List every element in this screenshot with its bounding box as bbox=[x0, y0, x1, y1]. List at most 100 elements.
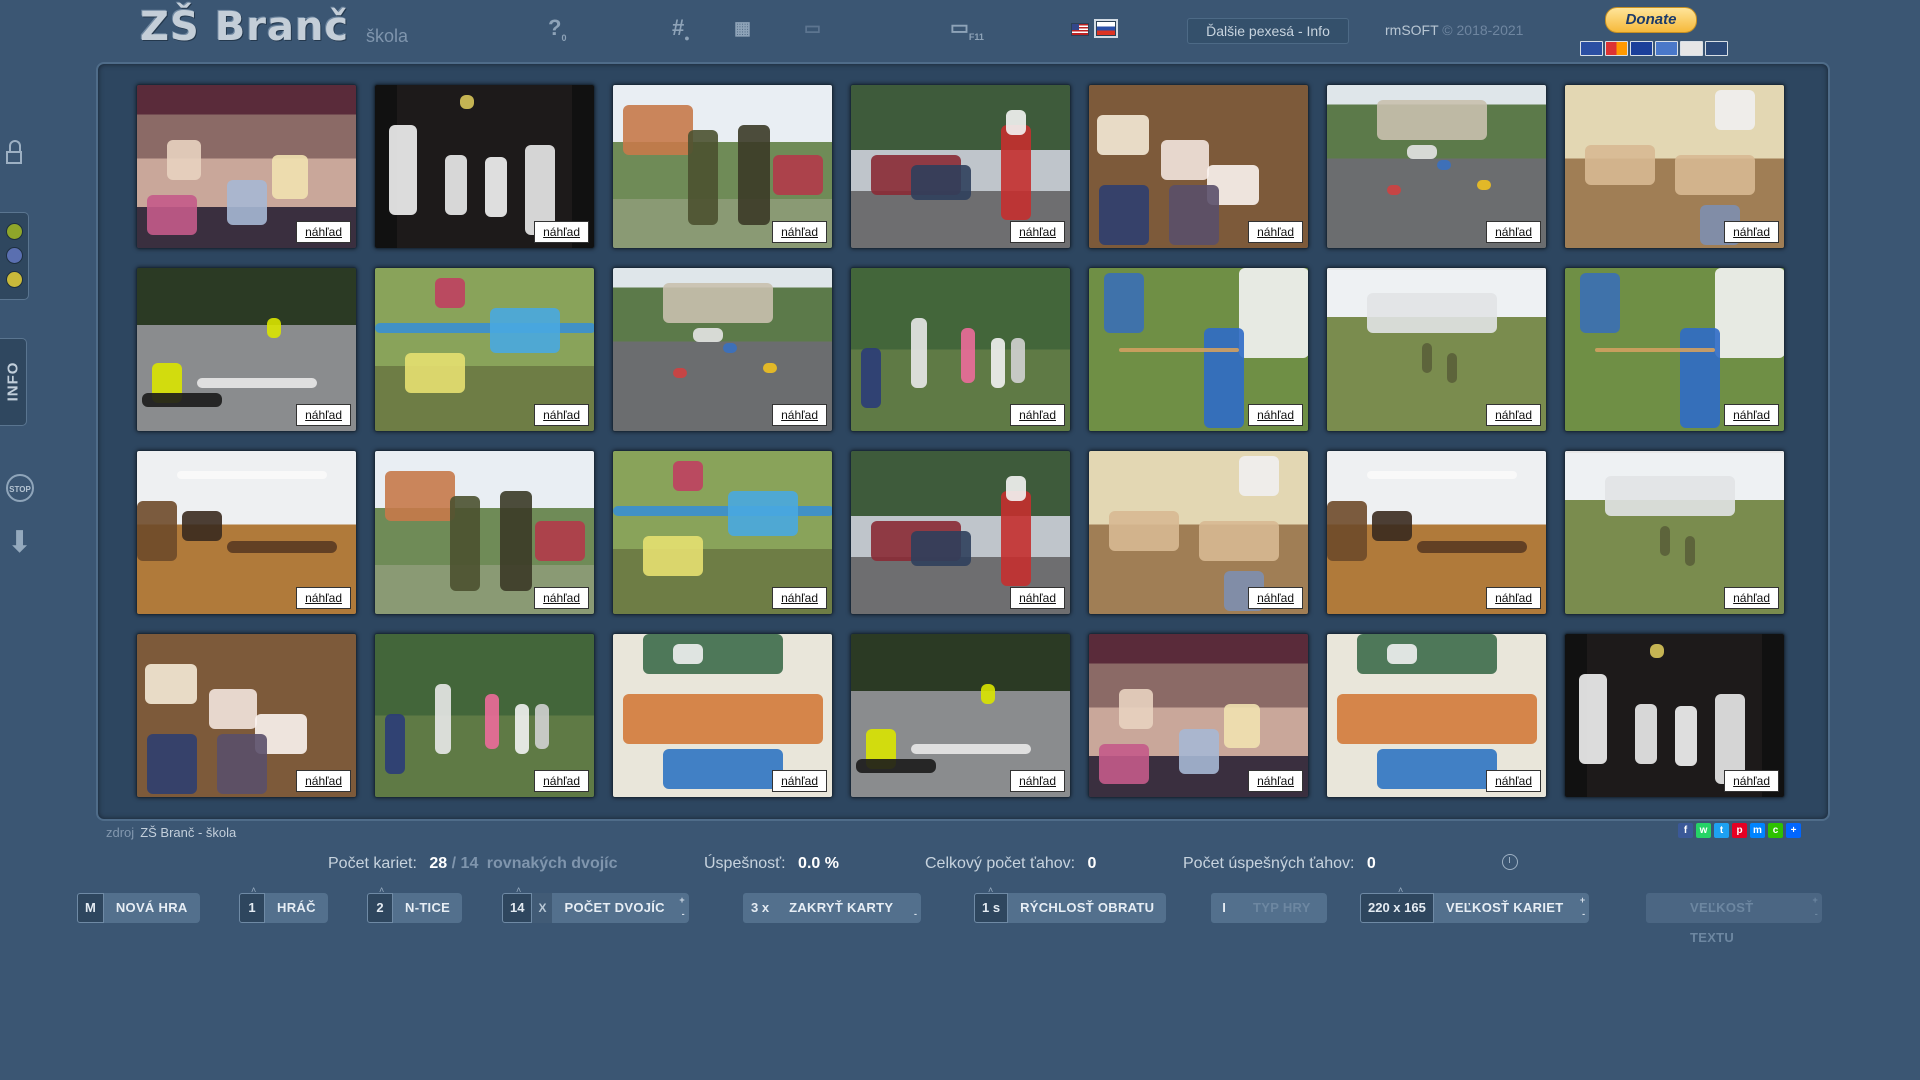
lock-icon[interactable] bbox=[6, 140, 22, 166]
preview-link[interactable]: náhľad bbox=[1010, 770, 1065, 792]
memory-card[interactable]: náhľad bbox=[374, 633, 595, 798]
memory-card[interactable]: náhľad bbox=[1088, 633, 1309, 798]
flag-english-icon[interactable] bbox=[1071, 23, 1089, 36]
cover-value[interactable]: 3 x bbox=[743, 893, 778, 923]
card-size-value[interactable]: 220 x 165 bbox=[1360, 893, 1434, 923]
memory-card[interactable]: náhľad bbox=[612, 450, 833, 615]
preview-link[interactable]: náhľad bbox=[1724, 221, 1779, 243]
ntice-value[interactable]: 2 bbox=[367, 893, 393, 923]
ntice-control[interactable]: ˄ 2 N-TICE bbox=[367, 885, 463, 925]
card-size-control[interactable]: ˄ 220 x 165 VEĽKOSŤ KARIET + - bbox=[1360, 885, 1590, 925]
decrease-icon[interactable]: - bbox=[914, 910, 917, 919]
cover-button[interactable]: ZAKRYŤ KARTY - bbox=[777, 893, 922, 923]
preview-link[interactable]: náhľad bbox=[296, 770, 351, 792]
memory-card[interactable]: náhľad bbox=[136, 450, 357, 615]
stop-icon[interactable]: STOP bbox=[6, 474, 34, 502]
app-logo[interactable]: ZŠ Branč bbox=[140, 4, 349, 50]
player-value[interactable]: 1 bbox=[239, 893, 265, 923]
new-game-button[interactable]: NOVÁ HRA bbox=[103, 893, 200, 923]
preview-link[interactable]: náhľad bbox=[1248, 404, 1303, 426]
pairs-control[interactable]: ˄ 14 X POČET DVOJÍC + - bbox=[502, 885, 689, 925]
memory-card[interactable]: náhľad bbox=[1088, 84, 1309, 249]
preview-link[interactable]: náhľad bbox=[534, 404, 589, 426]
memory-card[interactable]: náhľad bbox=[374, 267, 595, 432]
preview-link[interactable]: náhľad bbox=[534, 770, 589, 792]
preview-link[interactable]: náhľad bbox=[772, 221, 827, 243]
preview-link[interactable]: náhľad bbox=[1248, 770, 1303, 792]
preview-link[interactable]: náhľad bbox=[1486, 587, 1541, 609]
speed-control[interactable]: ˄ 1 s RÝCHLOSŤ OBRATU bbox=[974, 885, 1167, 925]
preview-link[interactable]: náhľad bbox=[296, 221, 351, 243]
ntice-button[interactable]: N-TICE bbox=[393, 893, 463, 923]
increase-icon[interactable]: + bbox=[679, 896, 685, 905]
memory-card[interactable]: náhľad bbox=[1564, 84, 1785, 249]
memory-card[interactable]: náhľad bbox=[1326, 267, 1547, 432]
preview-link[interactable]: náhľad bbox=[1010, 221, 1065, 243]
whatsapp-icon[interactable]: w bbox=[1696, 823, 1711, 838]
memory-card[interactable]: náhľad bbox=[1564, 267, 1785, 432]
source-value[interactable]: ZŠ Branč - škola bbox=[140, 825, 236, 840]
player-button[interactable]: HRÁČ bbox=[265, 893, 328, 923]
memory-card[interactable]: náhľad bbox=[1088, 450, 1309, 615]
memory-card[interactable]: náhľad bbox=[850, 450, 1071, 615]
preview-link[interactable]: náhľad bbox=[1724, 587, 1779, 609]
pairs-count-button[interactable]: POČET DVOJÍC + - bbox=[552, 893, 689, 923]
info-tab[interactable]: INFO bbox=[0, 338, 27, 426]
twitter-icon[interactable]: t bbox=[1714, 823, 1729, 838]
preview-link[interactable]: náhľad bbox=[1248, 587, 1303, 609]
preview-link[interactable]: náhľad bbox=[1486, 221, 1541, 243]
decrease-icon[interactable]: - bbox=[682, 910, 685, 919]
fullscreen-icon[interactable]: ▭F11 bbox=[950, 16, 984, 43]
memory-card[interactable]: náhľad bbox=[1326, 633, 1547, 798]
facebook-icon[interactable]: f bbox=[1678, 823, 1693, 838]
preview-link[interactable]: náhľad bbox=[296, 404, 351, 426]
memory-card[interactable]: náhľad bbox=[374, 84, 595, 249]
preview-link[interactable]: náhľad bbox=[1010, 587, 1065, 609]
pairs-multiply-label[interactable]: X bbox=[532, 893, 553, 923]
preview-link[interactable]: náhľad bbox=[1486, 770, 1541, 792]
preview-link[interactable]: náhľad bbox=[1248, 221, 1303, 243]
preview-link[interactable]: náhľad bbox=[772, 404, 827, 426]
flag-slovak-icon[interactable] bbox=[1094, 19, 1118, 38]
preview-link[interactable]: náhľad bbox=[772, 587, 827, 609]
memory-card[interactable]: náhľad bbox=[1326, 84, 1547, 249]
player-control[interactable]: ˄ 1 HRÁČ bbox=[239, 885, 328, 925]
speed-value[interactable]: 1 s bbox=[974, 893, 1009, 923]
memory-card[interactable]: náhľad bbox=[1564, 633, 1785, 798]
decrease-icon[interactable]: - bbox=[1582, 910, 1585, 919]
help-icon[interactable]: ?0 bbox=[548, 16, 566, 44]
memory-card[interactable]: náhľad bbox=[136, 84, 357, 249]
memory-card[interactable]: náhľad bbox=[612, 84, 833, 249]
speed-button[interactable]: RÝCHLOSŤ OBRATU bbox=[1008, 893, 1167, 923]
pairs-count-value[interactable]: 14 bbox=[502, 893, 533, 923]
memory-card[interactable]: náhľad bbox=[374, 450, 595, 615]
memory-card[interactable]: náhľad bbox=[850, 84, 1071, 249]
preview-link[interactable]: náhľad bbox=[1724, 404, 1779, 426]
preview-link[interactable]: náhľad bbox=[296, 587, 351, 609]
more-games-info-button[interactable]: Ďalšie pexesá - Info bbox=[1187, 18, 1349, 44]
increase-icon[interactable]: + bbox=[1580, 896, 1586, 905]
memory-card[interactable]: náhľad bbox=[1088, 267, 1309, 432]
share-more-icon[interactable]: + bbox=[1786, 823, 1801, 838]
pattern-icon[interactable]: ▦ bbox=[734, 16, 751, 40]
pinterest-icon[interactable]: p bbox=[1732, 823, 1747, 838]
memory-card[interactable]: náhľad bbox=[850, 267, 1071, 432]
copyright[interactable]: rmSOFT © 2018-2021 bbox=[1385, 22, 1523, 38]
memory-card[interactable]: náhľad bbox=[1326, 450, 1547, 615]
memory-card[interactable]: náhľad bbox=[136, 267, 357, 432]
preview-link[interactable]: náhľad bbox=[534, 587, 589, 609]
memory-card[interactable]: náhľad bbox=[612, 267, 833, 432]
blue-dot-icon[interactable] bbox=[6, 247, 23, 264]
grid-numbers-icon[interactable]: #● bbox=[672, 16, 690, 44]
wechat-icon[interactable]: c bbox=[1768, 823, 1783, 838]
memory-card[interactable]: náhľad bbox=[136, 633, 357, 798]
green-dot-icon[interactable] bbox=[6, 223, 23, 240]
memory-card[interactable]: náhľad bbox=[850, 633, 1071, 798]
download-arrow-icon[interactable]: ⬇ bbox=[7, 528, 32, 558]
preview-link[interactable]: náhľad bbox=[1724, 770, 1779, 792]
messenger-icon[interactable]: m bbox=[1750, 823, 1765, 838]
cover-control[interactable]: 3 x ZAKRYŤ KARTY - bbox=[743, 893, 922, 925]
memory-card[interactable]: náhľad bbox=[612, 633, 833, 798]
game-type-control[interactable]: I TYP HRY bbox=[1211, 893, 1327, 925]
preview-link[interactable]: náhľad bbox=[534, 221, 589, 243]
